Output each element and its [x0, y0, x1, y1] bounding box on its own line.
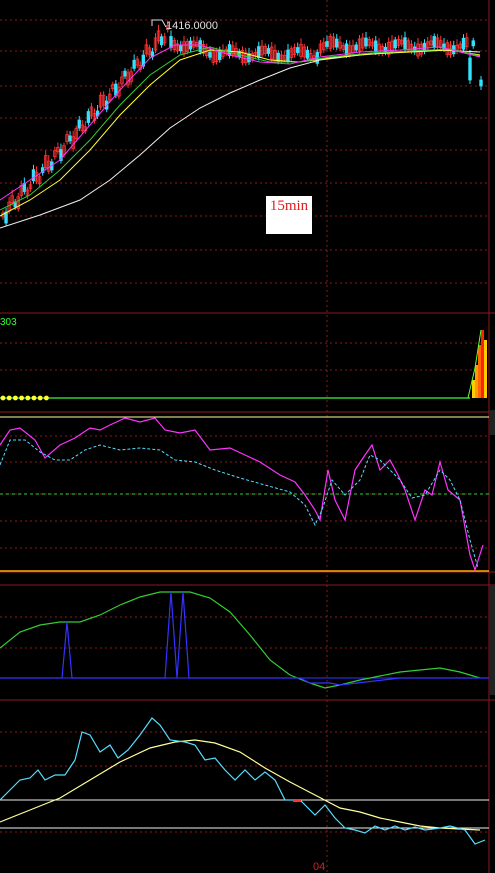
candle-body	[169, 36, 173, 48]
indicator-dot	[44, 395, 49, 401]
candle-body	[123, 70, 127, 77]
indicator-pane	[0, 329, 487, 401]
candle-body	[461, 37, 466, 50]
candle-body	[471, 40, 475, 47]
indicator-dot	[13, 395, 18, 401]
indicator-dot	[19, 395, 24, 401]
x-axis-tick-label: 04	[313, 861, 326, 873]
candle-body	[479, 79, 483, 87]
bottom-line-yellow	[0, 739, 481, 831]
grid-lines	[0, 0, 495, 873]
candle-body	[68, 135, 72, 142]
candle-body	[364, 37, 368, 47]
indicator-bar	[478, 345, 481, 398]
ma-line-green	[0, 46, 481, 211]
candle-body	[86, 111, 91, 123]
candle-body	[286, 49, 290, 62]
indicator-dot	[0, 395, 6, 401]
osc-line-cyan	[0, 439, 479, 569]
candle-body	[383, 46, 388, 53]
scrollbar-bottom[interactable]	[489, 585, 495, 695]
trend-pane	[0, 591, 489, 689]
candle-body	[374, 40, 378, 53]
candle-body	[335, 38, 339, 48]
indicator-bar	[481, 330, 484, 398]
indicator-bar	[484, 340, 487, 398]
candle-body	[266, 48, 271, 54]
candle-body	[305, 49, 310, 59]
candle-body	[468, 57, 472, 81]
indicator-dot	[31, 395, 37, 401]
candle-body	[257, 46, 261, 59]
bottom-marker	[293, 799, 301, 802]
candle-body	[132, 59, 136, 69]
candle-body	[208, 51, 212, 58]
candle-body	[432, 36, 436, 48]
candle-body	[325, 41, 329, 47]
ma-line-yellow	[0, 49, 481, 217]
indicator-dot	[37, 395, 43, 401]
candle-body	[354, 44, 358, 51]
bottom-pane	[0, 717, 489, 845]
bottom-line-cyan	[0, 717, 486, 845]
candle-body	[403, 37, 407, 50]
candle-body	[179, 45, 183, 52]
candle-body	[218, 51, 222, 61]
peak-price-label: 1416.0000	[166, 20, 218, 32]
stock-chart	[0, 0, 495, 873]
price-pane	[0, 19, 483, 229]
candle-body	[296, 47, 300, 53]
indicator-dot	[6, 395, 12, 401]
indicator-bar	[472, 380, 475, 398]
indicator-dot	[25, 395, 31, 401]
candle-body	[227, 44, 232, 56]
candle-body	[31, 169, 36, 182]
trend-line-blue	[0, 591, 489, 686]
indicator-bar	[475, 365, 478, 398]
candle-body	[77, 119, 81, 129]
indicator-value-label: 303	[0, 317, 17, 328]
scrollbar-top[interactable]	[489, 410, 495, 435]
period-badge[interactable]: 15min	[266, 196, 312, 234]
candle-body	[159, 36, 164, 46]
candle-body	[393, 39, 397, 49]
ma-line-magenta	[0, 44, 481, 201]
